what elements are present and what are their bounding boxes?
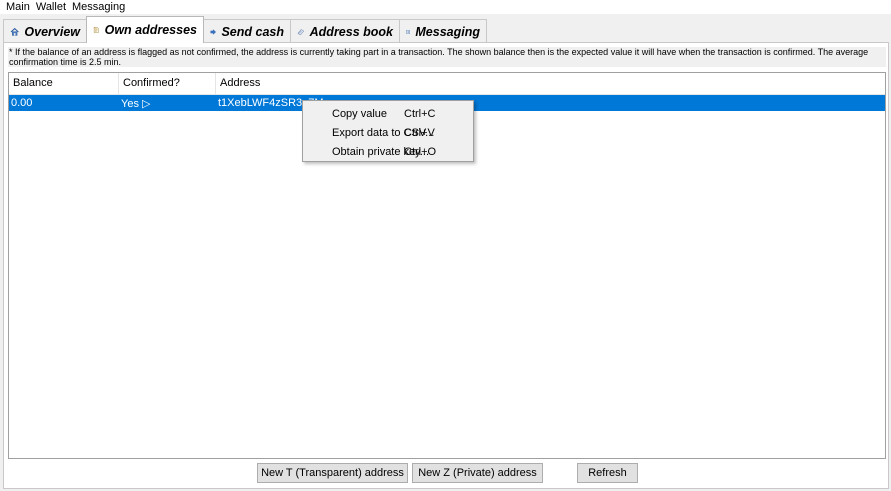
context-menu-item-label: Copy value: [332, 107, 388, 120]
tab-messaging[interactable]: Messaging: [399, 19, 487, 43]
context-menu-export-csv[interactable]: Export data to CSV... Ctrl+V: [303, 123, 473, 142]
tab-address-book-label: Address book: [309, 24, 393, 39]
tab-overview-label: Overview: [24, 24, 80, 39]
button-bar: New T (Transparent) address New Z (Priva…: [4, 463, 890, 483]
table-header: Balance Confirmed? Address: [9, 73, 885, 95]
new-transparent-address-button[interactable]: New T (Transparent) address: [257, 463, 408, 483]
context-menu-item-label: Obtain private key...: [332, 145, 430, 158]
house-icon: [10, 27, 19, 36]
tab-send-cash[interactable]: Send cash: [203, 19, 291, 43]
column-header-confirmed[interactable]: Confirmed?: [119, 73, 216, 94]
cell-balance: 0.00: [11, 97, 33, 109]
cell-confirmed: Yes ▷: [121, 98, 151, 110]
column-header-address[interactable]: Address: [216, 73, 885, 94]
arrow-right-icon: [210, 28, 217, 35]
menu-bar: Main Wallet Messaging: [0, 0, 891, 14]
context-menu-copy-value[interactable]: Copy value Ctrl+C: [303, 104, 473, 123]
book-icon: [297, 28, 305, 35]
context-menu-item-shortcut: Ctrl+C: [404, 107, 436, 120]
tab-address-book[interactable]: Address book: [290, 19, 400, 43]
tab-messaging-label: Messaging: [415, 24, 480, 39]
column-header-balance[interactable]: Balance: [9, 73, 119, 94]
tab-bar: Overview Own addresses Send cash Address…: [0, 15, 891, 43]
context-menu: Copy value Ctrl+C Export data to CSV... …: [302, 100, 474, 162]
message-list-icon: [406, 29, 411, 34]
tab-own-addresses[interactable]: Own addresses: [86, 16, 204, 43]
document-icon: [93, 26, 99, 33]
refresh-button[interactable]: Refresh: [577, 463, 638, 483]
menu-messaging[interactable]: Messaging: [69, 1, 128, 14]
tab-overview[interactable]: Overview: [3, 19, 87, 43]
context-menu-obtain-private-key[interactable]: Obtain private key... Ctrl+O: [303, 142, 473, 161]
context-menu-item-label: Export data to CSV...: [332, 126, 435, 139]
new-private-address-button[interactable]: New Z (Private) address: [412, 463, 543, 483]
menu-main[interactable]: Main: [0, 1, 33, 14]
context-menu-item-shortcut: Ctrl+V: [404, 126, 435, 139]
context-menu-item-shortcut: Ctrl+O: [404, 145, 437, 158]
tab-send-cash-label: Send cash: [221, 24, 284, 39]
menu-wallet[interactable]: Wallet: [33, 1, 69, 14]
tab-own-addresses-label: Own addresses: [104, 23, 197, 37]
confirmation-notice: * If the balance of an address is flagge…: [8, 47, 886, 67]
